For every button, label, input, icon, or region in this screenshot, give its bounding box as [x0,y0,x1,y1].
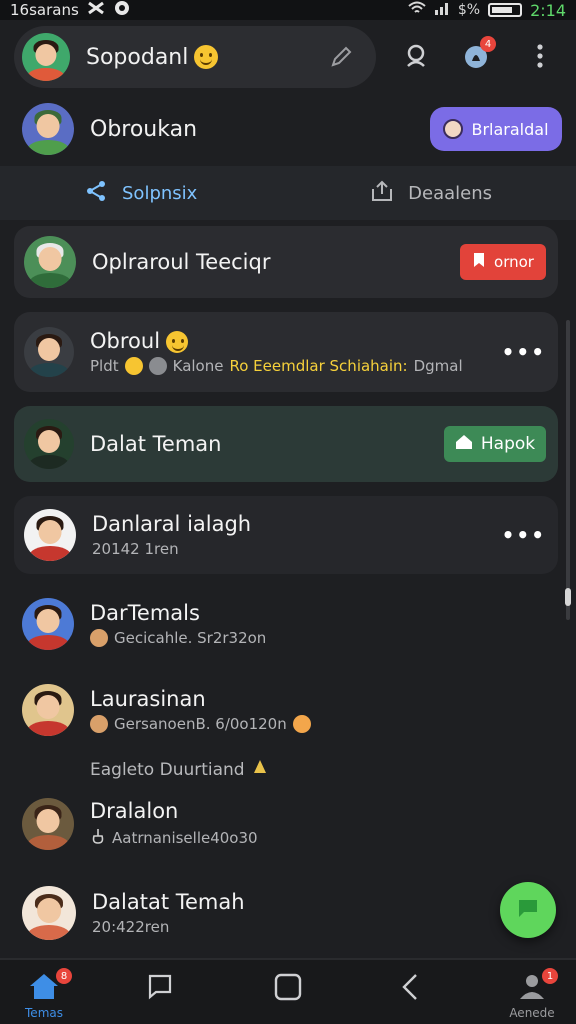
bookmark-icon [472,252,486,272]
list-item[interactable]: Oplraroul Teeciqr ornor [14,226,558,298]
recents-icon [146,972,174,1004]
profile-action-button[interactable]: Brlaraldal [430,107,562,151]
list-item[interactable]: Danlaral ialagh 20142 1ren ••• [14,496,558,574]
emoji-icon [292,715,311,733]
status-bar: 16sarans $% 2:14 [0,0,576,20]
list-item[interactable]: Dalat Teman Hapok [14,406,558,482]
item-subtitle: Gecicahle. Sr2r32on [90,629,266,647]
carrier-text: 16sarans [10,1,79,19]
list-item[interactable]: Dalatat Temah 20:422ren [22,884,562,942]
tab-inactive[interactable]: Deaalens [370,179,492,208]
scrollbar-thumb[interactable] [565,588,571,606]
item-subtitle: GersanoenB. 6/0o120n [90,715,311,733]
square-icon [273,972,303,1006]
profile-name: Obroukan [90,116,198,142]
nav-recents[interactable] [130,972,190,1004]
item-title: Dralalon [90,799,179,823]
item-title: Dalatat Temah [92,890,245,914]
scrollbar-track[interactable] [566,320,570,620]
hapok-button[interactable]: Hapok [444,426,546,462]
smile-emoji-icon [194,45,219,69]
nav-home[interactable]: Temas 8 [14,968,74,1020]
list-item[interactable]: Obroul Pldt Kalone Ro Eeemdlar Schiahain… [14,312,558,392]
order-button-label: ornor [494,253,534,271]
battery-icon [488,3,523,17]
more-horizontal-icon[interactable]: ••• [502,340,546,364]
chat-status-icon [113,0,131,20]
item-title: Obroul [90,329,463,353]
share-icon [84,180,108,207]
tab-bar: Solpnsix Deaalens [0,166,576,220]
avatar [24,327,74,377]
tab-active-label: Solpnsix [122,182,198,204]
item-title: Dalat Teman [90,432,222,456]
item-subtitle: 20142 1ren [92,540,179,558]
more-options-button[interactable] [522,38,558,78]
account-switcher[interactable]: Sopodanl [14,26,376,88]
emoji-icon [90,629,108,647]
avatar [22,886,76,940]
more-vertical-icon [536,43,544,73]
notifications-button[interactable]: 4 [456,36,496,78]
notification-badge: 4 [480,36,496,52]
item-title: Oplraroul Teeciqr [92,250,271,274]
upload-icon [370,179,394,208]
avatar [22,798,74,850]
tab-active[interactable]: Solpnsix [84,180,197,207]
profile-avatar [22,103,74,155]
section-label: Eagleto Duurtiand [90,758,269,781]
avatar [24,236,76,288]
signal-icon [434,1,450,19]
avatar [22,684,74,736]
avatar [22,598,74,650]
nav-home-badge: 8 [56,968,72,984]
nav-back[interactable] [380,972,440,1006]
item-subtitle: Pldt Kalone Ro Eeemdlar Schiahain: Dgmal [90,357,463,375]
tab-inactive-label: Deaalens [408,182,492,204]
home-icon [455,434,473,455]
emoji-icon [90,715,108,733]
item-subtitle: 20:422ren [92,918,170,936]
bottom-navigation: Temas 8 Aenede 1 [0,958,576,1024]
search-icon [402,42,430,74]
list-item[interactable]: DarTemals Gecicahle. Sr2r32on [22,596,562,652]
nav-profile-badge: 1 [542,968,558,984]
wifi-icon [408,1,426,19]
list-item[interactable]: Laurasinan GersanoenB. 6/0o120n [22,682,562,738]
avatar [24,419,74,469]
sim-icon [87,1,105,19]
bell-icon [251,758,269,781]
more-horizontal-icon[interactable]: ••• [502,523,546,547]
avatar [24,509,76,561]
edit-pencil-icon[interactable] [328,44,354,70]
clock: 2:14 [530,0,566,20]
avatar [22,33,70,81]
order-button[interactable]: ornor [460,244,546,280]
profile-row[interactable]: Obroukan Brlaraldal [22,101,562,157]
emoji-icon [148,357,167,375]
nav-profile-label: Aenede [509,1006,555,1020]
hapok-button-label: Hapok [480,434,536,454]
search-button[interactable] [396,38,436,78]
back-chevron-icon [398,972,422,1006]
nav-home-button[interactable] [258,972,318,1006]
profile-action-label: Brlaraldal [471,119,549,139]
list-item[interactable]: Dralalon Aatrnaniselle40o30 [22,796,562,852]
item-title: Danlaral ialagh [92,512,252,536]
nav-profile[interactable]: Aenede 1 [502,968,562,1020]
hand-icon [90,827,106,849]
face-icon [443,119,464,139]
compose-fab[interactable] [500,882,556,938]
smile-emoji-icon [166,331,189,353]
item-subtitle: Aatrnaniselle40o30 [90,827,258,849]
nav-home-label: Temas [25,1006,63,1020]
item-title: DarTemals [90,601,200,625]
item-title: Laurasinan [90,687,206,711]
emoji-icon [124,357,143,375]
chat-bubble-icon [516,897,540,923]
account-name: Sopodanl [86,44,189,70]
battery-percent: $% [457,2,481,18]
